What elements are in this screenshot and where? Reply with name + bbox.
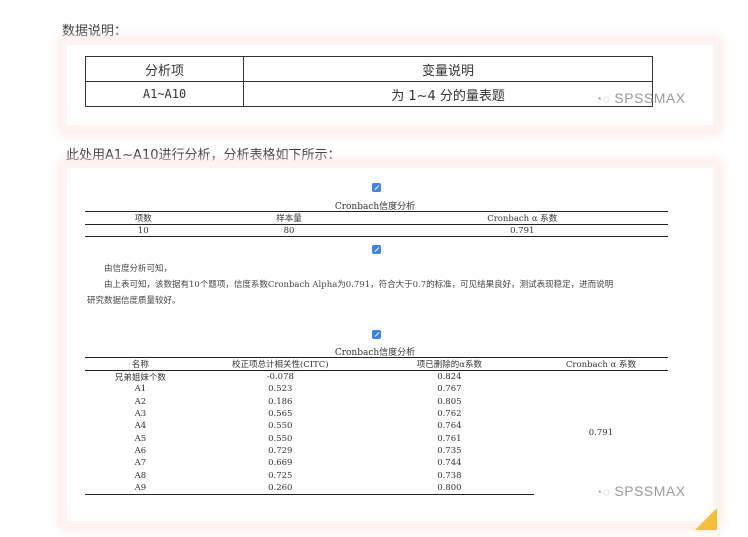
header-alpha-deleted: 项已删除的α系数 bbox=[364, 357, 534, 371]
header-variable-desc: 变量说明 bbox=[243, 56, 653, 82]
edit-icon[interactable] bbox=[372, 330, 381, 339]
variable-table: 分析项 变量说明 A1~A10 为 1~4 分的量表题 bbox=[84, 56, 653, 107]
cell-desc: 为 1~4 分的量表题 bbox=[243, 81, 653, 107]
value-sample-size: 80 bbox=[201, 224, 377, 237]
item-total-table: 名称 校正项总计相关性(CITC) 项已删除的α系数 Cronbach α 系数… bbox=[85, 357, 668, 495]
wechat-icon: ◔◌ bbox=[595, 92, 611, 106]
reliability-table: 项数 样本量 Cronbach α 系数 10 80 0.791 bbox=[85, 211, 668, 237]
watermark-bottom: ◔◌ SPSSMAX bbox=[595, 483, 686, 499]
overall-alpha: 0.791 bbox=[588, 427, 614, 438]
header-cronbach-alpha: Cronbach α 系数 bbox=[533, 357, 668, 371]
header-name: 名称 bbox=[85, 357, 196, 371]
value-alpha: 0.791 bbox=[376, 224, 668, 237]
intro-text: 此处用A1~A10进行分析，分析表格如下所示： bbox=[66, 148, 341, 163]
edit-icon[interactable] bbox=[372, 183, 381, 192]
edit-icon[interactable] bbox=[372, 245, 381, 254]
header-sample-size: 样本量 bbox=[201, 211, 377, 225]
corner-badge bbox=[695, 508, 717, 530]
analysis-line-1: 由信度分析可知， bbox=[104, 264, 173, 274]
value-item-count: 10 bbox=[85, 224, 202, 237]
cell-items: A1~A10 bbox=[84, 81, 245, 107]
wechat-icon: ◔◌ bbox=[595, 485, 611, 499]
header-item-count: 项数 bbox=[85, 211, 202, 225]
watermark-top: ◔◌ SPSSMAX bbox=[595, 90, 686, 106]
header-analysis-item: 分析项 bbox=[84, 56, 245, 82]
header-citc: 校正项总计相关性(CITC) bbox=[195, 357, 365, 371]
table-row: 兄弟姐妹个数 -0.078 0.824 0.791 bbox=[85, 371, 668, 438]
analysis-line-2: 由上表可知，该数据有10个题项，信度系数Cronbach Alpha为0.791… bbox=[104, 280, 614, 290]
header-alpha: Cronbach α 系数 bbox=[376, 211, 668, 225]
analysis-line-3: 研究数据信度质量较好。 bbox=[87, 296, 181, 306]
data-description-label: 数据说明： bbox=[62, 24, 128, 39]
